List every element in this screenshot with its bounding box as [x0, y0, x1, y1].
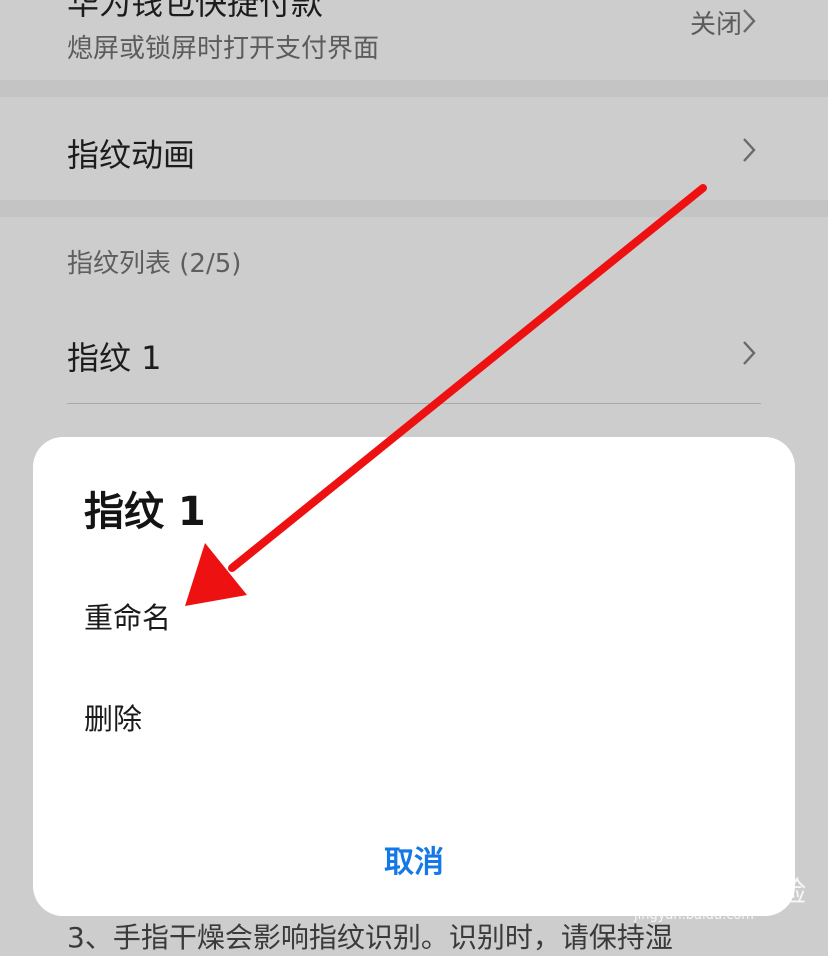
- wallet-quick-pay-title: 华为钱包快捷付款: [67, 0, 324, 22]
- fingerprint-list-header: 指纹列表 (2/5): [67, 249, 242, 279]
- wallet-quick-pay-subtitle: 熄屏或锁屏时打开支付界面: [67, 34, 380, 64]
- wallet-quick-pay-row[interactable]: 华为钱包快捷付款 熄屏或锁屏时打开支付界面 关闭: [0, 0, 828, 80]
- baidu-watermark: Baidu 经验 jingyan.baidu.com: [632, 858, 828, 928]
- watermark-url: jingyan.baidu.com: [634, 908, 754, 923]
- section-divider: [0, 200, 828, 217]
- dialog-title: 指纹 1: [84, 489, 206, 535]
- list-divider: [67, 403, 761, 404]
- fingerprint-animation-title: 指纹动画: [67, 136, 196, 174]
- fingerprint-item-row[interactable]: 指纹 1: [0, 300, 828, 400]
- chevron-right-icon: [742, 8, 756, 34]
- watermark-cn: 经验: [750, 875, 807, 908]
- fingerprint-animation-row[interactable]: 指纹动画: [0, 97, 828, 200]
- fingerprint-item-label: 指纹 1: [67, 339, 162, 377]
- rename-option[interactable]: 重命名: [84, 595, 171, 637]
- watermark-brand: Baidu: [634, 872, 718, 902]
- section-divider: [0, 80, 828, 97]
- chevron-right-icon: [742, 340, 756, 366]
- delete-option[interactable]: 删除: [84, 696, 142, 738]
- baidu-paw-icon: [712, 864, 746, 902]
- fingerprint-options-dialog: 指纹 1 重命名 删除 取消: [33, 437, 795, 916]
- wallet-quick-pay-value: 关闭: [689, 10, 742, 40]
- fingerprint-tip-text: 3、手指干燥会影响指纹识别。识别时，请保持湿: [67, 921, 673, 954]
- chevron-right-icon: [742, 137, 756, 163]
